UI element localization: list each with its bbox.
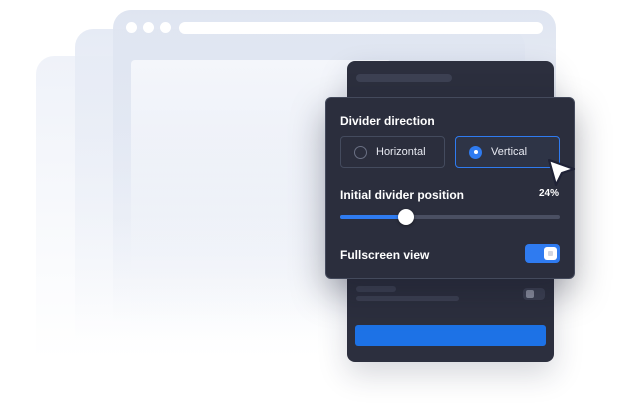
pointer-arrow-icon	[547, 158, 576, 187]
address-bar	[179, 22, 543, 34]
radio-selected-icon	[469, 145, 482, 159]
skeleton-line	[356, 74, 452, 82]
divider-position-slider[interactable]	[340, 209, 560, 225]
slider-thumb[interactable]	[398, 209, 414, 225]
direction-option-label: Vertical	[491, 146, 528, 158]
skeleton-line	[356, 286, 396, 292]
fullscreen-toggle[interactable]	[525, 244, 560, 263]
divider-direction-title: Divider direction	[340, 114, 435, 128]
window-dot-icon	[126, 22, 137, 33]
direction-option-horizontal[interactable]: Horizontal	[340, 136, 445, 168]
window-dot-icon	[143, 22, 154, 33]
toggle-knob	[544, 247, 557, 260]
direction-option-label: Horizontal	[376, 146, 426, 158]
divider-position-value: 24%	[538, 188, 559, 199]
radio-unselected-icon	[354, 145, 367, 159]
skeleton-toggle	[523, 288, 545, 300]
slider-fill	[340, 215, 406, 219]
window-dot-icon	[160, 22, 171, 33]
primary-button[interactable]	[355, 325, 546, 346]
divider-position-label: Initial divider position	[340, 188, 465, 202]
divider-settings-panel: Divider direction Horizontal Vertical In…	[325, 97, 575, 279]
fullscreen-label: Fullscreen view	[340, 248, 430, 262]
skeleton-line	[356, 296, 459, 301]
